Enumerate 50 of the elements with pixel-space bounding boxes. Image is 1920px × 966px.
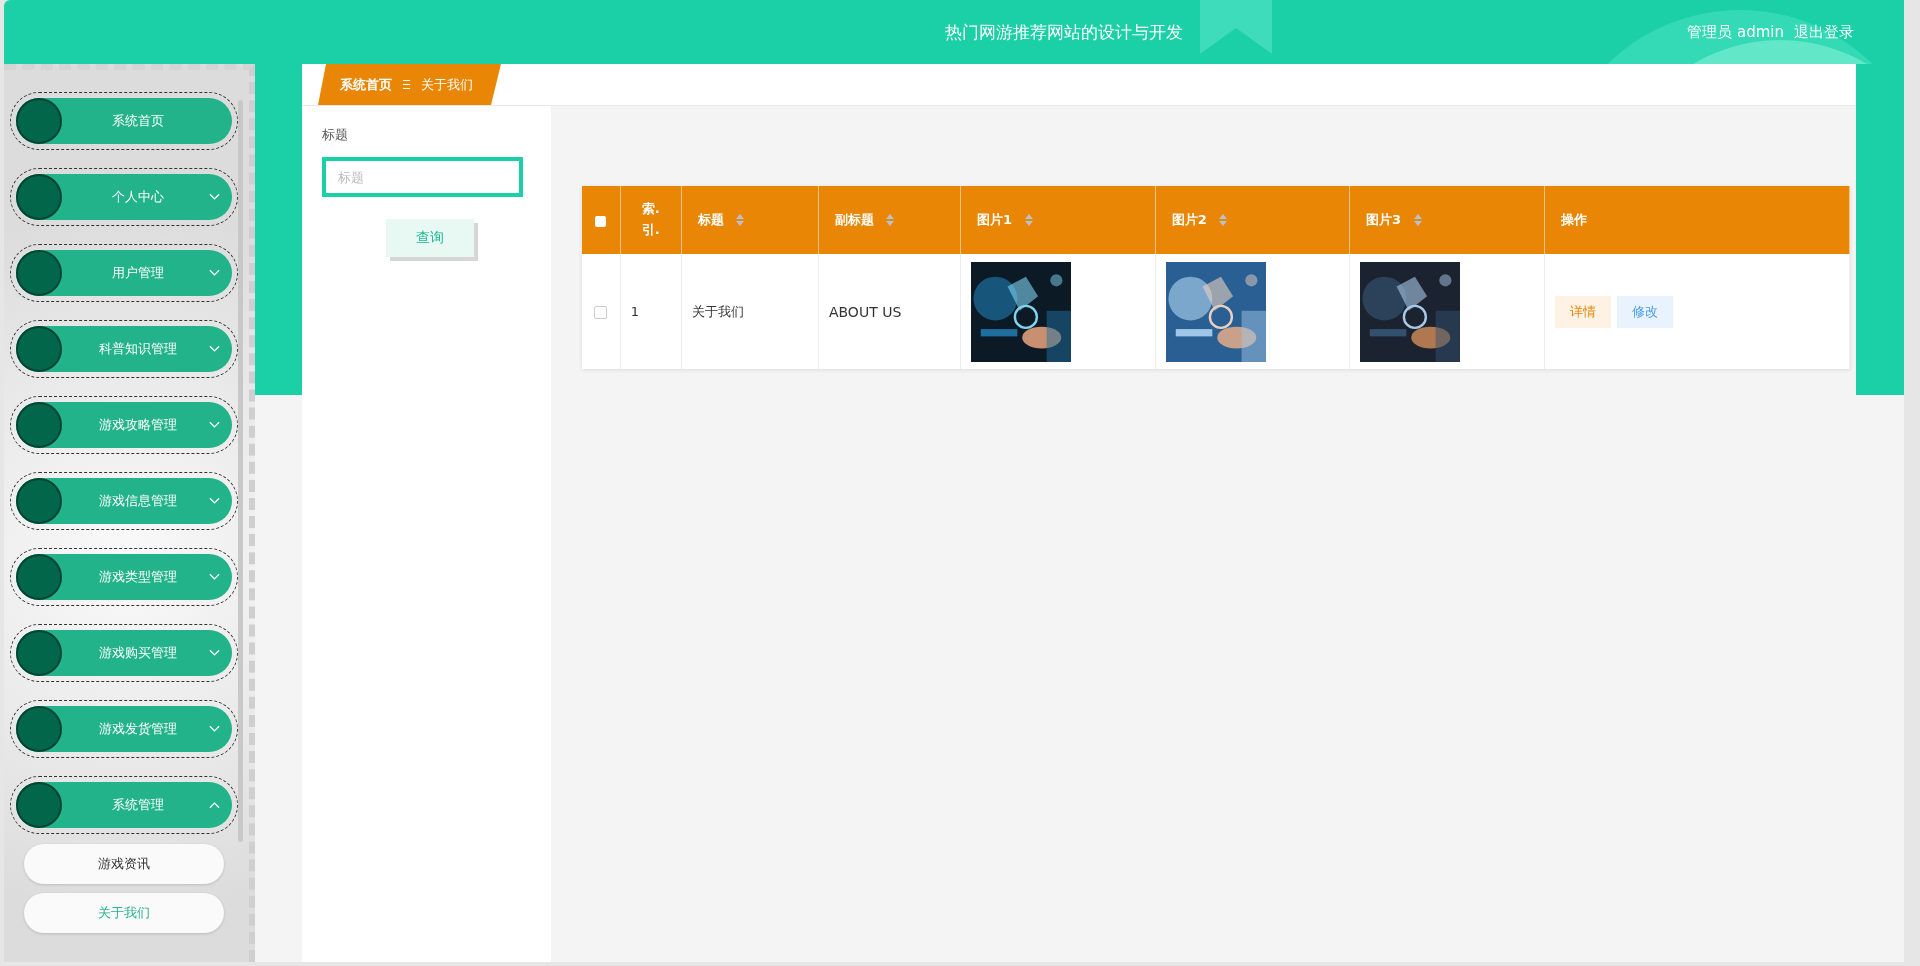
menu-circle-icon (16, 326, 62, 372)
menu-item[interactable]: 系统管理 (16, 782, 232, 828)
site-title: 热门网游推荐网站的设计与开发 (945, 20, 1183, 44)
sort-icon[interactable] (886, 214, 895, 226)
sort-icon[interactable] (1024, 214, 1033, 226)
edit-button[interactable]: 修改 (1616, 295, 1673, 328)
table-cell: ABOUT US (828, 303, 902, 320)
menu-circle-icon (16, 250, 62, 296)
breadcrumb-link[interactable]: 系统首页 (340, 75, 392, 94)
title-input-field[interactable]: 标题 (322, 157, 523, 197)
submenu-item[interactable]: 游戏资讯 (24, 844, 224, 884)
table-cell: 1 (630, 304, 640, 319)
menu-circle-icon (16, 174, 62, 220)
menu-item[interactable]: 游戏购买管理 (16, 630, 232, 676)
menu-item[interactable]: 游戏类型管理 (16, 554, 232, 600)
column-header[interactable]: 副标题 (818, 186, 961, 254)
menu-item[interactable]: 游戏发货管理 (16, 706, 232, 752)
menu-circle-icon (16, 782, 62, 828)
column-header[interactable]: 标题 (681, 186, 819, 254)
field-label: 标题 (322, 126, 349, 144)
logout-link[interactable]: 退出登录 (1794, 22, 1854, 42)
table-cell: 关于我们 (691, 303, 744, 319)
menu-circle-icon (16, 402, 62, 448)
sort-icon[interactable] (1219, 214, 1228, 226)
column-header[interactable]: 图片2 (1155, 186, 1350, 254)
submenu-item[interactable]: 关于我们 (24, 893, 224, 933)
menu-item[interactable]: 用户管理 (16, 250, 232, 296)
menu-icon (402, 79, 411, 90)
menu-circle-icon (16, 706, 62, 752)
menu-item[interactable]: 科普知识管理 (16, 326, 232, 372)
menu-item[interactable]: 个人中心 (16, 174, 232, 220)
menu-item[interactable]: 系统首页 (16, 98, 232, 144)
user-label: 管理员 admin (1687, 22, 1784, 42)
column-header[interactable]: 图片3 (1349, 186, 1545, 254)
menu-circle-icon (16, 630, 62, 676)
detail-button[interactable]: 详情 (1554, 295, 1611, 328)
breadcrumb-link[interactable]: 关于我们 (421, 75, 473, 94)
column-header: 索.引. (620, 186, 682, 254)
sidebar-scrollbar[interactable] (238, 100, 243, 842)
menu-circle-icon (16, 98, 62, 144)
column-header[interactable]: 图片1 (960, 186, 1156, 254)
select-all-checkbox[interactable] (595, 215, 607, 227)
sort-icon[interactable] (736, 214, 745, 226)
sort-icon[interactable] (1413, 214, 1422, 226)
menu-item[interactable]: 游戏攻略管理 (16, 402, 232, 448)
menu-circle-icon (16, 554, 62, 600)
row-checkbox[interactable] (594, 306, 608, 319)
menu-item[interactable]: 游戏信息管理 (16, 478, 232, 524)
menu-circle-icon (16, 478, 62, 524)
column-header: 操作 (1544, 186, 1850, 254)
